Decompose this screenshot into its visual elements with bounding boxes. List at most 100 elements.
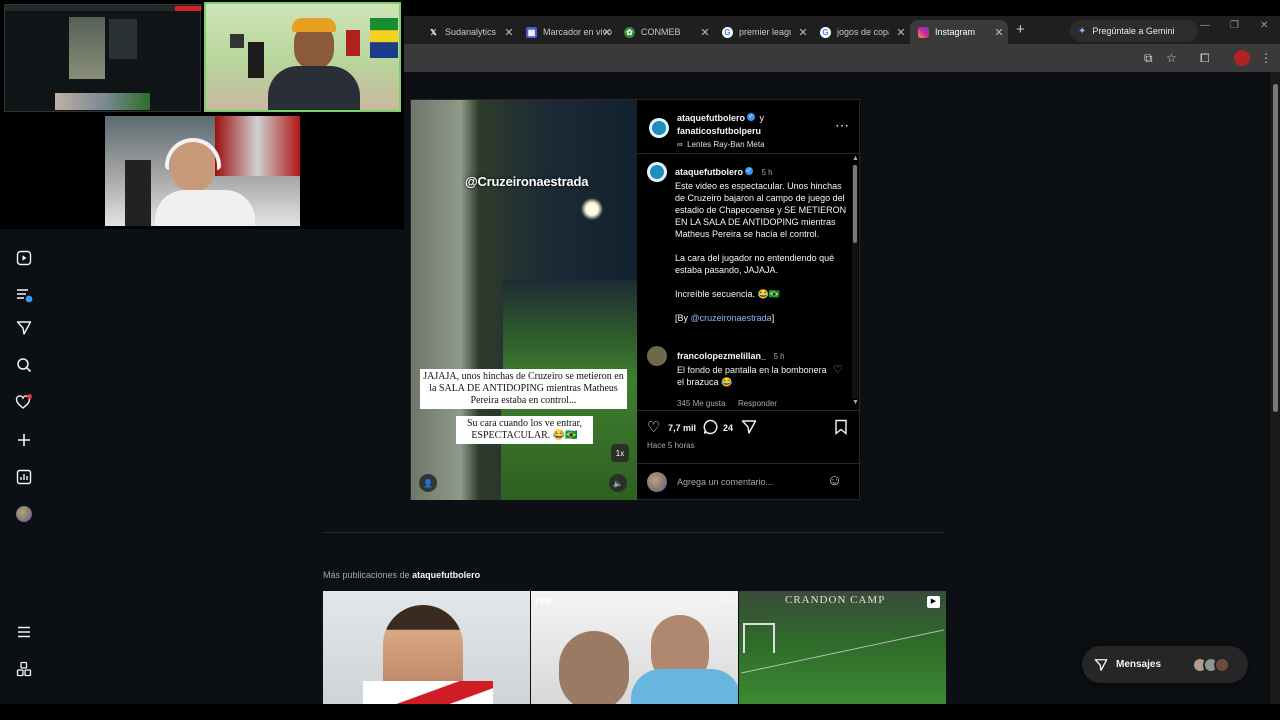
webcam-host — [204, 2, 401, 112]
comment-box: Agrega un comentario... ☺ — [637, 463, 861, 501]
page-scrollbar[interactable] — [1270, 72, 1280, 704]
browser-profile-avatar[interactable] — [1234, 50, 1250, 66]
browser-menu-icon[interactable]: ⋮ — [1260, 51, 1272, 65]
close-window-icon[interactable]: ✕ — [1260, 20, 1268, 31]
caption-paragraph-3: Increíble secuencia. 😂🇧🇷 — [675, 289, 780, 299]
more-post-thumbnail[interactable] — [323, 591, 530, 704]
close-tab-icon[interactable]: ✕ — [502, 20, 516, 44]
thumbnail-brand: CRANDON CAMP — [785, 594, 886, 606]
comment-input[interactable]: Agrega un comentario... — [677, 477, 773, 487]
verified-badge-icon: ✓ — [747, 112, 756, 121]
menu-icon[interactable] — [15, 623, 33, 641]
search-icon[interactable] — [15, 356, 33, 374]
commenter-avatar[interactable] — [647, 346, 667, 366]
taskbar-edge — [0, 704, 1280, 720]
emoji-icon[interactable]: ☺ — [827, 472, 842, 489]
avatar — [1214, 657, 1230, 673]
more-post-thumbnail[interactable]: CRANDON CAMP ▶ — [739, 591, 946, 704]
post-modal: @Cruzeironaestrada JAJAJA, unos hinchas … — [410, 99, 861, 500]
install-app-icon[interactable]: ⧉ — [1144, 51, 1153, 66]
tab-conmebol[interactable]: ✿ CONMEBOL Copa ✕ — [616, 20, 714, 44]
caption-paragraph-1: Este video es espectacular. Unos hinchas… — [675, 181, 847, 239]
gemini-button[interactable]: ✦ Pregúntale a Gemini — [1070, 20, 1198, 42]
close-tab-icon[interactable]: ✕ — [600, 20, 614, 44]
messages-icon[interactable] — [15, 319, 33, 337]
conmebol-icon: ✿ — [624, 26, 635, 38]
comment-icon[interactable] — [703, 419, 719, 439]
webcam-guest — [105, 116, 300, 226]
create-icon[interactable] — [15, 431, 33, 449]
gemini-spark-icon: ✦ — [1078, 25, 1087, 37]
goal-frame — [743, 623, 775, 653]
more-posts-author[interactable]: ataquefutbolero — [412, 570, 480, 580]
credit-link[interactable]: @cruzeironaestrada — [691, 313, 772, 323]
more-options-icon[interactable]: ⋯ — [835, 117, 849, 134]
screen-share-feed — [4, 4, 202, 112]
page-scrollbar-thumb[interactable] — [1273, 84, 1278, 412]
scroll-down-icon[interactable]: ▼ — [852, 399, 859, 406]
author-link[interactable]: ataquefutbolero — [677, 113, 745, 123]
google-icon: G — [722, 26, 733, 38]
tab-premier-league[interactable]: G premier league ✕ — [714, 20, 812, 44]
like-icon[interactable]: ♡ — [647, 418, 660, 436]
close-tab-icon[interactable]: ✕ — [698, 20, 712, 44]
google-icon: G — [820, 26, 831, 38]
tab-jogos-de-copa[interactable]: G jogos de copa ✕ — [812, 20, 910, 44]
caption-paragraph-2: La cara del jugador no entendiendo qué e… — [675, 253, 835, 275]
post-subtitle: Lentes Ray-Ban Meta — [687, 140, 765, 149]
profile-avatar[interactable] — [15, 505, 33, 523]
close-tab-icon[interactable]: ✕ — [894, 20, 908, 44]
save-icon[interactable] — [834, 419, 848, 439]
notifications-icon[interactable] — [15, 393, 33, 411]
coauthor-link[interactable]: fanaticosfutbolperu — [677, 126, 761, 136]
tab-marcador[interactable]: ▦ Marcador en vivo ✕ — [518, 20, 616, 44]
post-side-pane: ataquefutbolero ✓ y fanaticosfutbolperu ∞… — [637, 100, 861, 500]
feed-icon[interactable] — [15, 286, 33, 304]
dashboard-icon[interactable] — [15, 468, 33, 486]
bookmark-star-icon[interactable]: ☆ — [1166, 51, 1177, 65]
authors-conjunction: y — [759, 113, 764, 123]
extensions-icon[interactable]: ⧠ — [1200, 51, 1210, 66]
thumbnail-brand: FDF — [535, 597, 553, 607]
apps-icon[interactable] — [15, 660, 33, 678]
glasses-icon: ∞ — [677, 140, 683, 149]
stream-overlay — [0, 0, 404, 229]
new-tab-button[interactable]: + — [1016, 21, 1025, 38]
more-post-thumbnail[interactable]: FDF ❐ — [531, 591, 738, 704]
comments-scrollbar[interactable]: ▲ ▼ — [852, 155, 859, 407]
like-count: 7,7 mil — [668, 423, 697, 433]
commenter-name[interactable]: francolopezmelillan_ — [677, 351, 766, 361]
post-actions: ♡ 7,7 mil 24 Hace 5 horas Agrega un come… — [637, 410, 861, 500]
playback-speed-button[interactable]: 1x — [611, 444, 629, 462]
comment-likes: 345 Me gusta — [677, 399, 726, 408]
tab-instagram[interactable]: Instagram ✕ — [910, 20, 1008, 44]
comments-scrollbar-thumb[interactable] — [853, 165, 857, 243]
close-tab-icon[interactable]: ✕ — [796, 20, 810, 44]
close-tab-icon[interactable]: ✕ — [992, 20, 1006, 44]
tab-sudanalytics[interactable]: 𝕏 Sudanalytics ✕ — [420, 20, 518, 44]
messages-avatars — [1192, 657, 1230, 673]
comment-time: 5 h — [773, 352, 785, 361]
browser-tabbar: 𝕏 Sudanalytics ✕ ▦ Marcador en vivo ✕ ✿ … — [404, 16, 1280, 44]
floodlight — [581, 198, 603, 220]
volume-icon[interactable]: 🔈 — [609, 474, 627, 492]
reply-button[interactable]: Responder — [738, 399, 777, 408]
messages-button[interactable]: Mensajes — [1082, 646, 1248, 683]
post-authors: ataquefutbolero ✓ y fanaticosfutbolperu ∞… — [677, 111, 827, 151]
reels-icon[interactable] — [15, 249, 33, 267]
tagged-user-icon[interactable]: 👤 — [419, 474, 437, 492]
instagram-icon — [918, 26, 929, 38]
author-avatar[interactable] — [649, 118, 669, 138]
messages-icon — [1094, 658, 1108, 671]
stadium-background — [503, 280, 637, 380]
video-caption-2: Su cara cuando los ve entrar, ESPECTACUL… — [456, 416, 593, 444]
caption-author[interactable]: ataquefutbolero — [675, 167, 743, 177]
minimize-icon[interactable]: — — [1200, 20, 1210, 31]
maximize-icon[interactable]: ❐ — [1230, 20, 1239, 31]
caption-author-avatar[interactable] — [647, 162, 667, 182]
post-video[interactable]: @Cruzeironaestrada JAJAJA, unos hinchas … — [411, 100, 637, 500]
comment-like-icon[interactable]: ♡ — [833, 363, 843, 376]
share-icon[interactable] — [741, 419, 757, 439]
caption-credit: [By @cruzeironaestrada] — [675, 313, 775, 323]
scroll-up-icon[interactable]: ▲ — [852, 155, 859, 162]
